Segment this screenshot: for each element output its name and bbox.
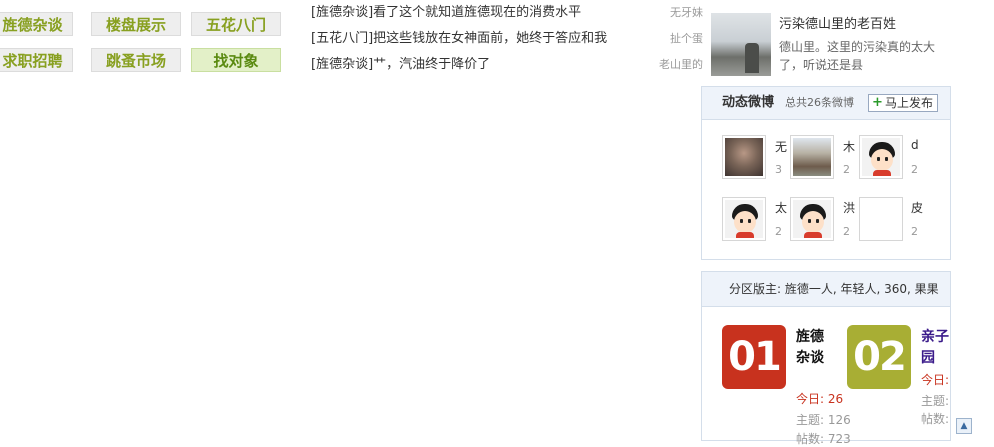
plus-icon: +: [872, 95, 883, 110]
forum-today-stat: 今日:: [921, 371, 949, 388]
forum-topics-stat: 主题:: [921, 392, 949, 409]
forum-rank-badge: 02: [847, 325, 911, 389]
user-avatar[interactable]: [790, 197, 834, 241]
user-post-count: 3: [775, 163, 782, 176]
nav-item-jingde-zatan[interactable]: 旌德杂谈: [0, 12, 73, 36]
weibo-panel-header: 动态微博 总共26条微博 + 马上发布: [702, 87, 950, 120]
avatar-photo: [725, 138, 763, 176]
user-avatar[interactable]: [859, 135, 903, 179]
user-name[interactable]: d: [911, 138, 919, 152]
user-post-count: 2: [911, 225, 918, 238]
user-name[interactable]: 木: [843, 138, 855, 155]
today-label: 今日:: [921, 373, 950, 387]
user-avatar[interactable]: [722, 135, 766, 179]
posts-label: 帖数:: [796, 432, 825, 446]
thread-title-link[interactable]: [旌德杂谈]艹，汽油终于降价了: [311, 55, 631, 75]
topics-label: 主题:: [921, 394, 950, 408]
user-name[interactable]: 洪: [843, 199, 855, 216]
thread-row: [旌德杂谈]艹，汽油终于降价了 老山里的: [311, 55, 703, 75]
forum-name-link[interactable]: 亲子园: [921, 327, 950, 369]
thread-author[interactable]: 老山里的: [643, 55, 703, 75]
cartoon-avatar: [725, 200, 763, 238]
news-thumbnail[interactable]: [711, 13, 771, 76]
user-name[interactable]: 无: [775, 138, 787, 155]
nav-item-flea-market[interactable]: 跳蚤市场: [91, 48, 181, 72]
forum-posts-stat: 帖数:: [921, 410, 949, 427]
news-title-link[interactable]: 污染德山里的老百姓: [779, 13, 896, 32]
user-avatar[interactable]: [790, 135, 834, 179]
user-post-count: 2: [911, 163, 918, 176]
user-avatar[interactable]: [859, 197, 903, 241]
user-post-count: 2: [843, 225, 850, 238]
user-post-count: 2: [843, 163, 850, 176]
avatar-photo: [793, 138, 831, 176]
user-name[interactable]: 太: [775, 199, 787, 216]
user-avatar[interactable]: [722, 197, 766, 241]
posts-value: 723: [827, 432, 851, 446]
thread-title-link[interactable]: [旌德杂谈]看了这个就知道旌德现在的消费水平: [311, 3, 631, 23]
posts-label: 帖数:: [921, 412, 950, 426]
thread-author[interactable]: 无牙妹: [643, 3, 703, 23]
arrow-up-icon: ▲: [960, 421, 968, 431]
news-description: 德山里。这里的污染真的太大了，听说还是县: [779, 40, 936, 72]
thread-title-link[interactable]: [五花八门]把这些钱放在女神面前，她终于答应和我: [311, 29, 631, 49]
cartoon-avatar: [862, 138, 900, 176]
nav-item-dating[interactable]: 找对象: [191, 48, 281, 72]
thread-author[interactable]: 扯个蛋: [643, 29, 703, 49]
nav-item-loupan[interactable]: 楼盘展示: [91, 12, 181, 36]
avatar-placeholder: [862, 200, 900, 238]
user-name[interactable]: 皮: [911, 199, 923, 216]
forum-02-clip: 02 亲子园 今日: 主题: 帖数:: [702, 300, 950, 434]
nav-item-wuhua-bamen[interactable]: 五花八门: [191, 12, 281, 36]
nav-item-jobs[interactable]: 求职招聘: [0, 48, 73, 72]
thread-row: [五花八门]把这些钱放在女神面前，她终于答应和我 扯个蛋: [311, 29, 703, 49]
scroll-top-button[interactable]: ▲: [956, 418, 972, 434]
weibo-count: 总共26条微博: [785, 96, 854, 109]
weibo-title[interactable]: 动态微博: [722, 87, 774, 119]
publish-now-button[interactable]: + 马上发布: [868, 94, 939, 112]
cartoon-avatar: [793, 200, 831, 238]
publish-now-label: 马上发布: [885, 96, 934, 110]
user-post-count: 2: [775, 225, 782, 238]
thread-row: [旌德杂谈]看了这个就知道旌德现在的消费水平 无牙妹: [311, 3, 703, 23]
